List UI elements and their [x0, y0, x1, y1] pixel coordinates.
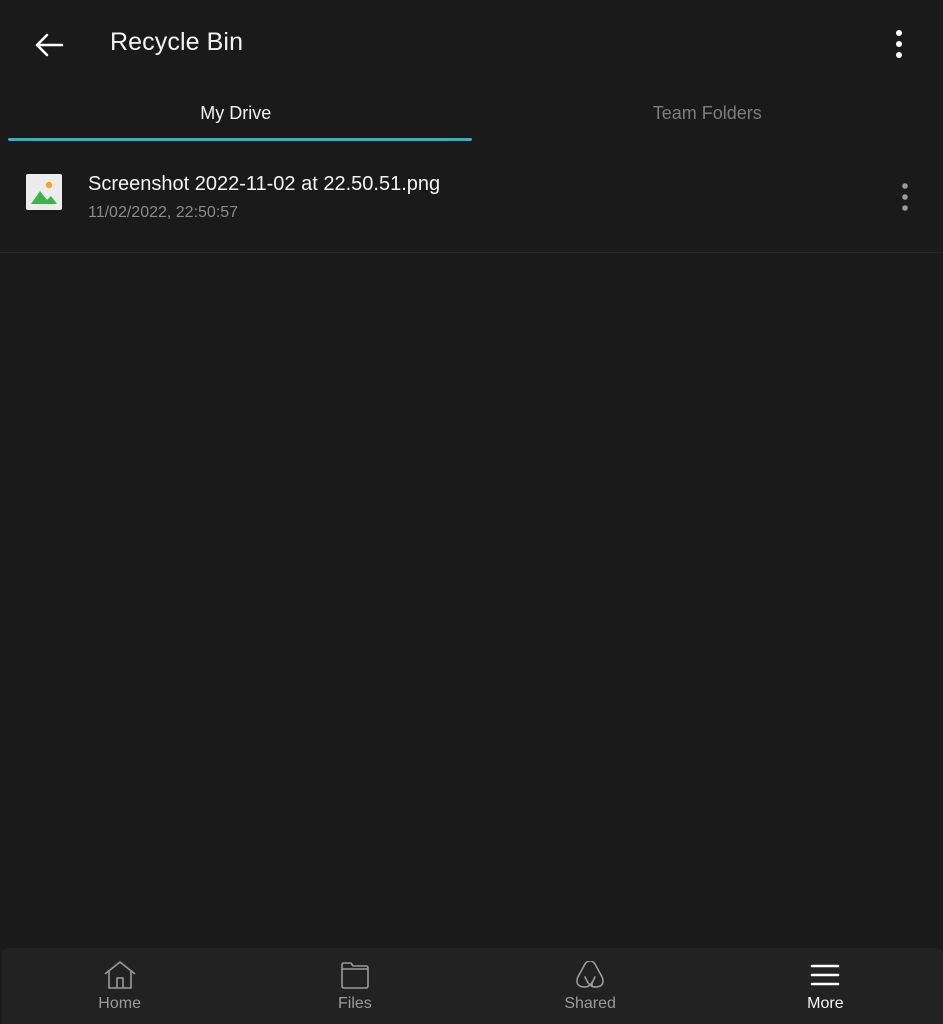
folder-icon	[338, 960, 372, 990]
home-icon	[103, 960, 137, 990]
file-name: Screenshot 2022-11-02 at 22.50.51.png	[88, 173, 441, 195]
app-bar: Recycle Bin	[0, 0, 943, 88]
shared-icon	[573, 960, 607, 990]
nav-more[interactable]: More	[708, 948, 943, 1024]
more-vertical-icon	[902, 183, 908, 211]
nav-home[interactable]: Home	[2, 948, 237, 1024]
nav-label: More	[807, 995, 844, 1012]
file-more-button[interactable]	[890, 180, 920, 214]
nav-label: Shared	[564, 995, 616, 1012]
active-tab-indicator	[8, 138, 472, 141]
nav-label: Home	[98, 995, 141, 1012]
bottom-navigation: Home Files Shared More	[2, 948, 943, 1024]
nav-files[interactable]: Files	[237, 948, 472, 1024]
list-item[interactable]: Screenshot 2022-11-02 at 22.50.51.png 11…	[0, 150, 943, 253]
tab-label: Team Folders	[652, 103, 762, 123]
image-file-icon	[26, 174, 62, 210]
tab-label: My Drive	[200, 103, 272, 123]
tab-my-drive[interactable]: My Drive	[0, 88, 472, 142]
file-deleted-date: 11/02/2022, 22:50:57	[88, 204, 239, 221]
nav-label: Files	[337, 995, 372, 1012]
arrow-left-icon	[35, 33, 64, 57]
tab-bar: My Drive Team Folders	[0, 88, 943, 142]
back-button[interactable]	[30, 26, 68, 64]
tab-team-folders[interactable]: Team Folders	[472, 88, 943, 142]
overflow-menu-button[interactable]	[884, 26, 914, 62]
nav-shared[interactable]: Shared	[473, 948, 708, 1024]
menu-icon	[808, 960, 842, 990]
page-title: Recycle Bin	[110, 28, 244, 56]
more-vertical-icon	[896, 30, 902, 58]
